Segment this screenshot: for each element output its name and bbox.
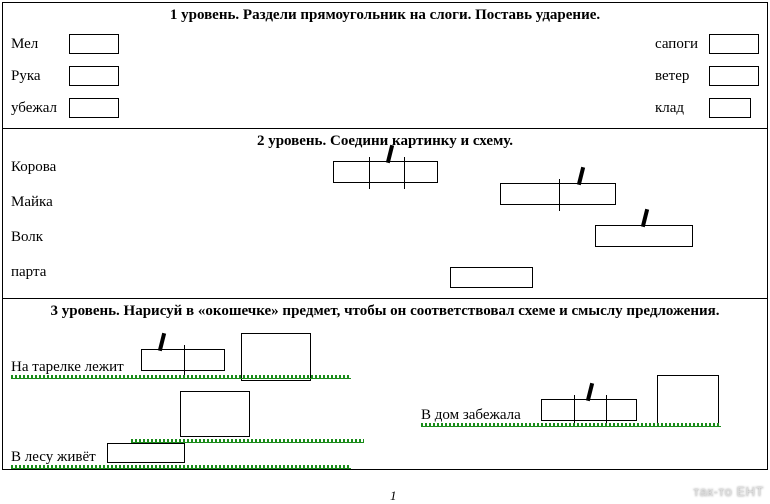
level1-right-column: сапоги ветер клад — [265, 28, 759, 124]
syllable-scheme[interactable] — [500, 183, 616, 205]
answer-box[interactable] — [69, 34, 119, 54]
level2-word-list: Корова Майка Волк парта — [11, 159, 56, 299]
word-row: Рука — [11, 60, 265, 92]
word-row: Мел — [11, 28, 265, 60]
word-label: сапоги — [655, 36, 709, 53]
level3-heading: 3 уровень. Нарисуй в «окошечке» предмет,… — [11, 303, 759, 320]
level1-body: Мел Рука убежал сапоги ветер — [11, 28, 759, 124]
word-label: парта — [11, 264, 56, 281]
word-row: клад — [265, 92, 759, 124]
picture-box[interactable] — [657, 375, 719, 427]
sentence-prefix: В дом забежала — [421, 407, 521, 424]
stress-mark-icon — [641, 209, 649, 227]
stress-mark-icon — [158, 333, 166, 351]
section-level-3: 3 уровень. Нарисуй в «окошечке» предмет,… — [3, 299, 767, 469]
word-label: Мел — [11, 36, 69, 53]
answer-box[interactable] — [709, 34, 759, 54]
word-label: клад — [655, 100, 709, 117]
section-level-1: 1 уровень. Раздели прямоугольник на слог… — [3, 3, 767, 129]
underline-wavy — [421, 423, 721, 427]
answer-box[interactable] — [69, 98, 119, 118]
syllable-divider — [184, 345, 185, 377]
stress-mark-icon — [577, 167, 585, 185]
word-label: ветер — [655, 68, 709, 85]
sentence-prefix: В лесу живёт — [11, 449, 96, 466]
stress-mark-icon — [586, 383, 594, 401]
level1-heading: 1 уровень. Раздели прямоугольник на слог… — [11, 7, 759, 24]
answer-box[interactable] — [69, 66, 119, 86]
word-label: убежал — [11, 100, 69, 117]
sentence-prefix: На тарелке лежит — [11, 359, 124, 376]
word-label: Майка — [11, 194, 56, 211]
answer-box[interactable] — [709, 98, 751, 118]
underline-wavy — [11, 375, 351, 379]
word-label: Волк — [11, 229, 56, 246]
word-label: Корова — [11, 159, 56, 176]
word-row: убежал — [11, 92, 265, 124]
level2-heading: 2 уровень. Соедини картинку и схему. — [11, 133, 759, 150]
word-row: ветер — [265, 60, 759, 92]
section-level-2: 2 уровень. Соедини картинку и схему. Кор… — [3, 129, 767, 299]
syllable-divider — [369, 157, 370, 189]
syllable-divider — [559, 179, 560, 211]
picture-box[interactable] — [180, 391, 250, 437]
syllable-scheme[interactable] — [333, 161, 438, 183]
underline-wavy — [11, 465, 351, 469]
answer-box[interactable] — [107, 443, 185, 463]
picture-box[interactable] — [241, 333, 311, 381]
syllable-divider — [404, 157, 405, 189]
syllable-scheme[interactable] — [450, 267, 533, 288]
word-label: Рука — [11, 68, 69, 85]
page-number: 1 — [390, 488, 397, 504]
syllable-scheme[interactable] — [141, 349, 225, 371]
watermark: так-то ЕНТ — [693, 484, 764, 499]
word-row: сапоги — [265, 28, 759, 60]
worksheet: 1 уровень. Раздели прямоугольник на слог… — [2, 2, 768, 470]
syllable-scheme[interactable] — [595, 225, 693, 247]
syllable-scheme[interactable] — [541, 399, 637, 421]
answer-box[interactable] — [709, 66, 759, 86]
level1-left-column: Мел Рука убежал — [11, 28, 265, 124]
